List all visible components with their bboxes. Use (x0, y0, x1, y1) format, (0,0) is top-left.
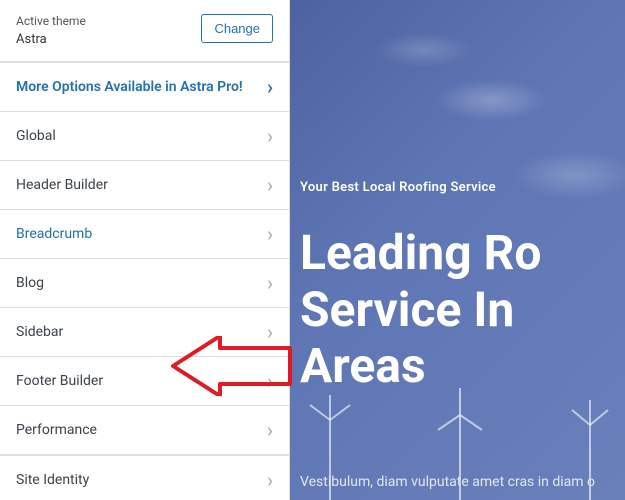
menu-label: Global (16, 128, 56, 144)
theme-info: Active theme Astra (16, 14, 86, 47)
chevron-right-icon: › (267, 470, 273, 490)
active-theme-block: Active theme Astra Change (0, 0, 289, 62)
site-preview: Your Best Local Roofing Service Leading … (290, 0, 625, 500)
menu-performance[interactable]: Performance › (0, 405, 289, 454)
chevron-right-icon: › (267, 273, 273, 293)
menu-header-builder[interactable]: Header Builder › (0, 160, 289, 209)
chevron-right-icon: › (267, 371, 273, 391)
menu-label: Footer Builder (16, 373, 103, 389)
menu-sidebar[interactable]: Sidebar › (0, 307, 289, 356)
hero-subtext: Vestibulum, diam vulputate amet cras in … (300, 474, 595, 490)
chevron-right-icon: › (267, 420, 273, 440)
menu-footer-builder[interactable]: Footer Builder › (0, 356, 289, 405)
hero-headline: Leading Ro Service In Areas (300, 225, 541, 395)
active-theme-name: Astra (16, 32, 86, 47)
menu-label: Sidebar (16, 324, 63, 340)
chevron-right-icon: › (267, 126, 273, 146)
menu-label: Performance (16, 422, 97, 438)
hero-tagline: Your Best Local Roofing Service (300, 180, 541, 195)
chevron-right-icon: › (267, 322, 273, 342)
customizer-sidebar: Active theme Astra Change More Options A… (0, 0, 290, 500)
chevron-right-icon: › (267, 175, 273, 195)
active-theme-label: Active theme (16, 14, 86, 28)
hero-text: Your Best Local Roofing Service Leading … (300, 180, 541, 395)
menu-label: Site Identity (16, 472, 89, 488)
chevron-right-icon: › (267, 77, 273, 97)
promo-label: More Options Available in Astra Pro! (16, 79, 243, 95)
menu-site-identity[interactable]: Site Identity › (0, 455, 289, 500)
menu-blog[interactable]: Blog › (0, 258, 289, 307)
chevron-right-icon: › (267, 224, 273, 244)
menu-global[interactable]: Global › (0, 111, 289, 160)
promo-astra-pro[interactable]: More Options Available in Astra Pro! › (0, 62, 289, 111)
change-theme-button[interactable]: Change (201, 14, 273, 43)
menu-label: Blog (16, 275, 44, 291)
menu-label: Header Builder (16, 177, 108, 193)
menu-breadcrumb[interactable]: Breadcrumb › (0, 209, 289, 258)
menu-label: Breadcrumb (16, 226, 92, 242)
